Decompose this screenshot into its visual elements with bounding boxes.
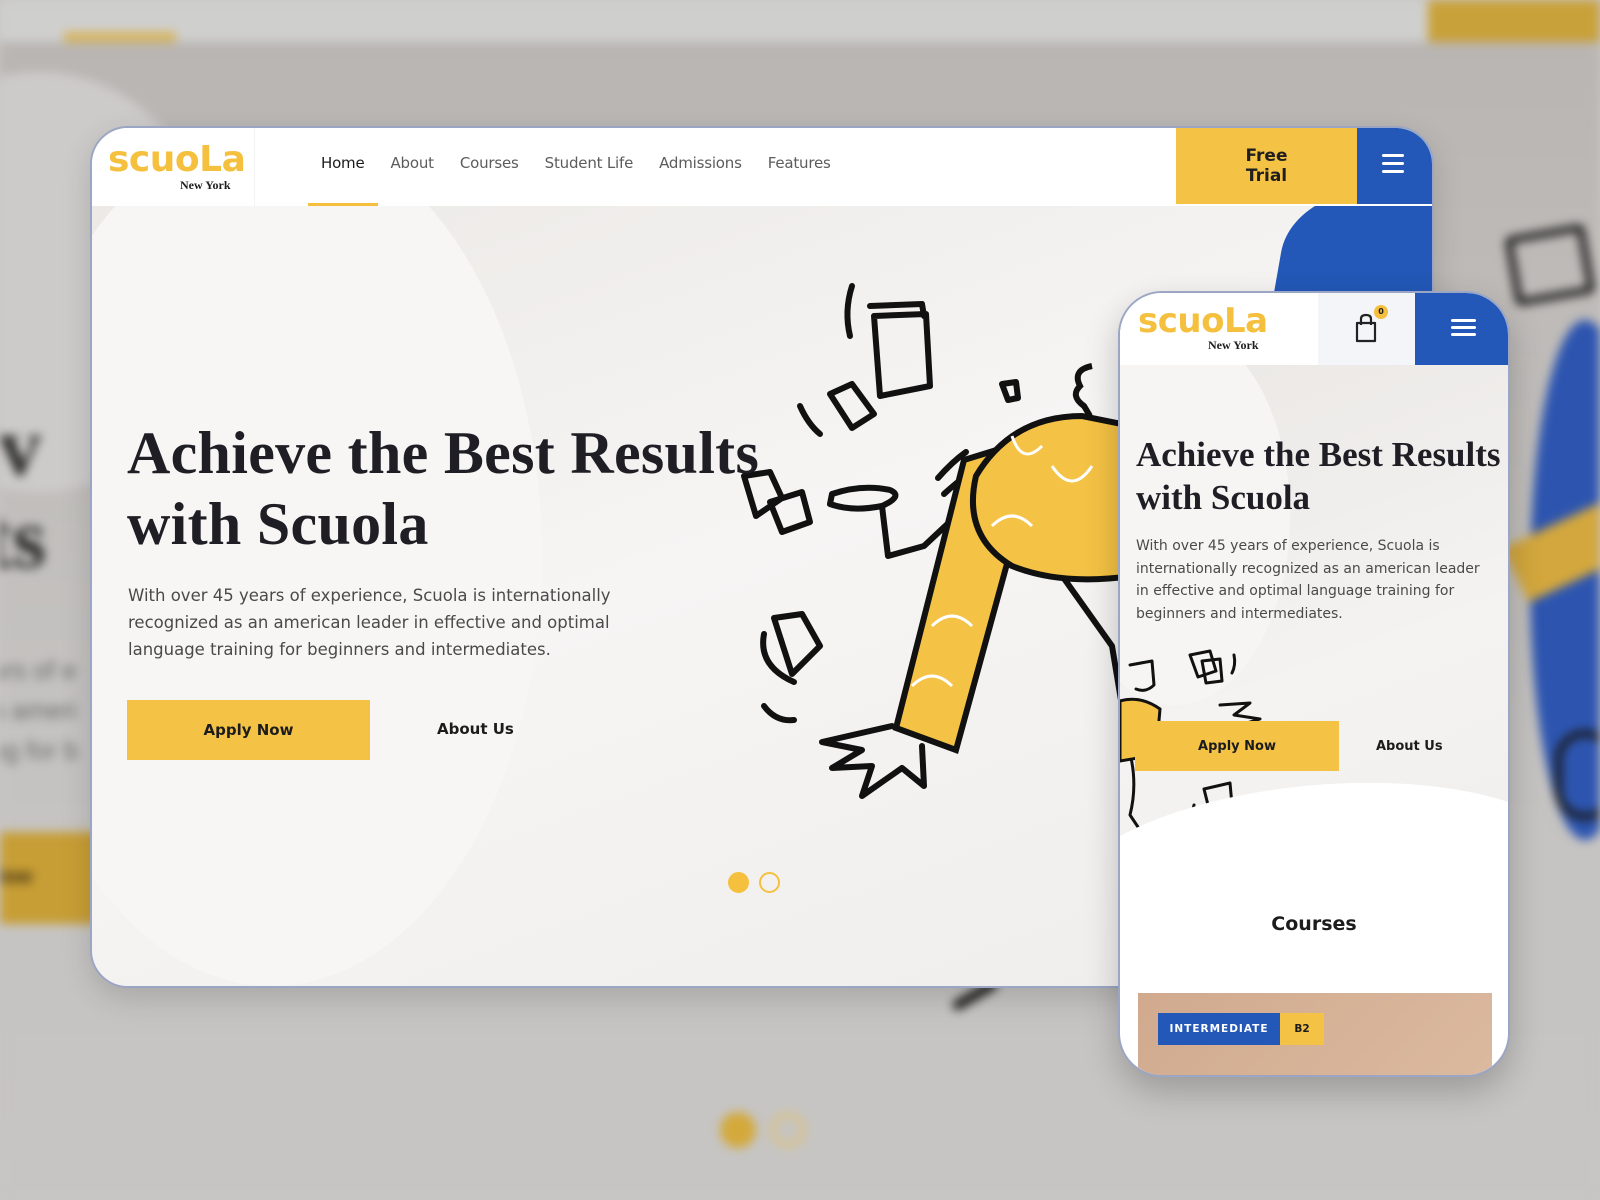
main-nav: Home About Courses Student Life Admissio…: [308, 128, 844, 206]
logo-wordmark: scuoLa: [1138, 301, 1268, 341]
course-code-badge: B2: [1280, 1013, 1324, 1045]
bg-para-line: n ameri: [0, 695, 77, 725]
nav-item-courses[interactable]: Courses: [447, 128, 532, 206]
motion-line: [761, 703, 797, 724]
hamburger-icon: [1451, 319, 1476, 340]
bg-para-line: ars of e: [0, 655, 77, 685]
hero-description: With over 45 years of experience, Scuola…: [128, 586, 611, 659]
paper-icon: [827, 381, 877, 431]
bg-para-line: ng for b: [0, 735, 79, 765]
bg-apply-label: Now: [0, 866, 33, 888]
logo-wordmark: scuoLa: [108, 139, 246, 180]
cart-count-badge: 0: [1374, 305, 1388, 319]
bg-heading-line-2: lts: [0, 490, 46, 586]
mobile-logo[interactable]: scuoLa New York: [1138, 300, 1268, 352]
course-level-badge: INTERMEDIATE: [1158, 1013, 1280, 1045]
mobile-hero-description: With over 45 years of experience, Scuola…: [1136, 538, 1480, 622]
bg-heading-line-1: ev: [0, 398, 42, 494]
nav-item-student-life[interactable]: Student Life: [532, 128, 646, 206]
motion-line: [797, 403, 823, 437]
slider-dot-1[interactable]: [728, 872, 749, 893]
mobile-menu-button[interactable]: [1415, 293, 1508, 365]
head-outline: [1072, 363, 1093, 418]
hand-outline: [819, 723, 927, 799]
nav-item-features[interactable]: Features: [755, 128, 844, 206]
paper-icon: [867, 301, 933, 399]
apply-now-button[interactable]: Apply Now: [127, 700, 370, 760]
juggler-illustration: [741, 283, 1132, 799]
mobile-hero-section: Achieve the Best Results with Scuola Wit…: [1120, 365, 1508, 865]
mobile-about-us-button[interactable]: About Us: [1376, 739, 1443, 754]
logo[interactable]: scuoLa New York: [108, 138, 246, 192]
hero-title: Achieve the Best Results with Scuola: [127, 420, 760, 557]
bg-heading: ev lts: [0, 400, 46, 584]
bg-paper-doodle: [1504, 223, 1596, 307]
free-trial-button[interactable]: Free Trial: [1176, 128, 1357, 204]
shopping-bag-icon: [1355, 313, 1377, 343]
logo-location: New York: [180, 178, 231, 192]
mobile-apply-now-button[interactable]: Apply Now: [1135, 721, 1339, 771]
menu-button[interactable]: [1357, 128, 1432, 204]
bg-header: [0, 0, 1600, 42]
courses-heading: Courses: [1271, 913, 1357, 935]
bg-free-trial: [1428, 0, 1600, 42]
nav-item-admissions[interactable]: Admissions: [646, 128, 755, 206]
paper-icon: [760, 611, 823, 685]
mobile-hero-title: Achieve the Best Results with Scuola: [1136, 435, 1501, 517]
desktop-header: scuoLa New York Home About Courses Stude…: [92, 128, 1432, 206]
cart-button[interactable]: 0: [1318, 293, 1415, 365]
paper-icon: [1188, 649, 1224, 685]
bg-nav-underline: [64, 32, 176, 42]
mobile-header: scuoLa New York 0: [1120, 293, 1508, 365]
arm-outline: [827, 484, 899, 512]
bg-slider-dot-active: [720, 1112, 756, 1148]
slider-pagination: [728, 872, 780, 893]
yellow-torso: [970, 412, 1132, 583]
slider-dot-2[interactable]: [759, 872, 780, 893]
bg-paragraph: ars of e n ameri ng for b: [0, 650, 78, 770]
nav-item-home[interactable]: Home: [308, 128, 378, 206]
motion-line: [1230, 653, 1237, 675]
logo-location: New York: [1208, 338, 1259, 352]
free-trial-label: Free Trial: [1245, 146, 1288, 186]
bg-hand-doodle: [1555, 730, 1600, 820]
paper-icon: [999, 379, 1021, 403]
about-us-button[interactable]: About Us: [437, 720, 514, 738]
motion-line: [844, 283, 855, 339]
mobile-mockup: scuoLa New York 0 Achieve the Best Resul…: [1118, 291, 1510, 1077]
logo-divider: [254, 128, 255, 206]
nav-item-about[interactable]: About: [378, 128, 447, 206]
hamburger-icon: [1382, 154, 1404, 178]
course-card[interactable]: INTERMEDIATE B2: [1138, 993, 1492, 1075]
head-outline: [1128, 659, 1156, 692]
bg-slider-dot: [770, 1112, 806, 1148]
